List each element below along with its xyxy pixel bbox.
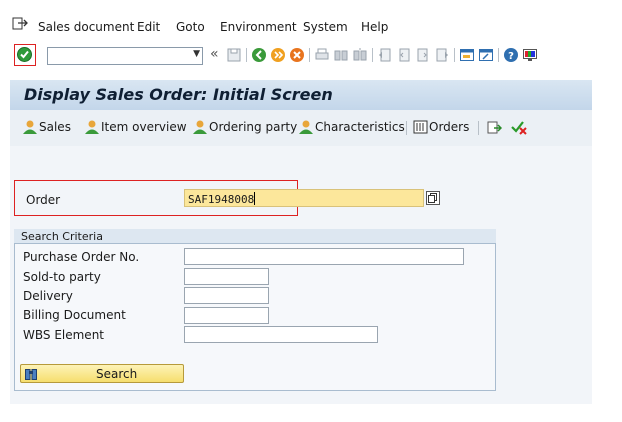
- toolbar-separator: [498, 48, 499, 62]
- menu-environment[interactable]: Environment: [220, 20, 297, 34]
- page-title: Display Sales Order: Initial Screen: [24, 85, 333, 104]
- exit-icon[interactable]: [270, 47, 286, 63]
- order-value: SAF1948008: [188, 193, 255, 206]
- display-document-button[interactable]: [486, 120, 503, 136]
- person-icon: [85, 120, 99, 134]
- value-help-button[interactable]: [426, 191, 440, 205]
- billing-document-label: Billing Document: [23, 308, 126, 322]
- toolbar-separator: [406, 121, 407, 135]
- check-cancel-icon: [511, 121, 527, 135]
- toolbar-separator: [372, 48, 373, 62]
- back-icon[interactable]: [251, 47, 267, 63]
- search-criteria-header: Search Criteria: [14, 229, 496, 244]
- menu-help[interactable]: Help: [361, 20, 388, 34]
- toolbar-separator: [478, 121, 479, 135]
- cancel-icon[interactable]: [289, 47, 305, 63]
- sold-to-party-field[interactable]: [184, 268, 269, 285]
- billing-document-field[interactable]: [184, 307, 269, 324]
- new-session-icon[interactable]: [459, 47, 475, 63]
- wbs-element-label: WBS Element: [23, 328, 104, 342]
- document-arrow-icon: [487, 121, 503, 134]
- item-overview-button[interactable]: Item overview: [84, 120, 187, 136]
- delivery-field[interactable]: [184, 287, 269, 304]
- text-cursor: [254, 192, 256, 205]
- help-icon[interactable]: ?: [503, 47, 519, 63]
- print-icon[interactable]: [314, 47, 330, 63]
- sales-label: Sales: [39, 120, 71, 134]
- menu-sales-document[interactable]: Sales document: [38, 20, 134, 34]
- next-page-icon[interactable]: [415, 47, 431, 63]
- search-button-label: Search: [96, 367, 138, 381]
- delivery-label: Delivery: [23, 289, 73, 303]
- wbs-element-field[interactable]: [184, 326, 378, 343]
- toolbar-separator: [309, 48, 310, 62]
- title-bar: Display Sales Order: Initial Screen: [10, 80, 592, 111]
- ordering-party-label: Ordering party: [209, 120, 298, 134]
- order-input[interactable]: SAF1948008: [184, 189, 424, 207]
- customize-layout-icon[interactable]: [522, 47, 538, 63]
- sold-to-party-label: Sold-to party: [23, 270, 101, 284]
- purchase-order-label: Purchase Order No.: [23, 250, 140, 264]
- command-input[interactable]: [48, 48, 189, 64]
- menu-edit[interactable]: Edit: [137, 20, 160, 34]
- enter-button[interactable]: [14, 44, 36, 66]
- binoculars-icon: [25, 369, 37, 380]
- menu-goto[interactable]: Goto: [176, 20, 205, 34]
- chevron-down-icon[interactable]: ▼: [193, 49, 200, 59]
- save-icon[interactable]: [226, 47, 242, 63]
- standard-toolbar: ▼ « ?: [14, 44, 596, 68]
- characteristics-label: Characteristics: [315, 120, 405, 134]
- order-label: Order: [26, 193, 61, 207]
- menu-system[interactable]: System: [303, 20, 348, 34]
- find-icon[interactable]: [333, 47, 349, 63]
- person-icon: [299, 120, 313, 134]
- collapse-toolbar-icon[interactable]: «: [210, 46, 219, 62]
- enter-icon: [17, 47, 32, 62]
- find-next-icon[interactable]: [352, 47, 368, 63]
- person-icon: [23, 120, 37, 134]
- svg-text:?: ?: [508, 51, 514, 62]
- check-button[interactable]: [510, 120, 529, 136]
- command-field[interactable]: ▼: [47, 47, 203, 65]
- search-criteria-title: Search Criteria: [21, 230, 103, 243]
- sales-button[interactable]: Sales: [22, 120, 71, 136]
- previous-page-icon[interactable]: [396, 47, 412, 63]
- item-overview-label: Item overview: [101, 120, 187, 134]
- last-page-icon[interactable]: [434, 47, 450, 63]
- orders-label: Orders: [429, 120, 470, 134]
- orders-button[interactable]: Orders: [413, 120, 469, 136]
- copy-icon: [428, 193, 437, 203]
- toolbar-separator: [246, 48, 247, 62]
- shortcut-icon[interactable]: [478, 47, 494, 63]
- application-toolbar: Sales Item overview Ordering party Chara…: [10, 110, 592, 146]
- list-icon: [413, 120, 428, 134]
- menu-exit-icon[interactable]: [12, 17, 28, 31]
- person-icon: [193, 120, 207, 134]
- search-button[interactable]: Search: [20, 364, 184, 383]
- first-page-icon[interactable]: [377, 47, 393, 63]
- ordering-party-button[interactable]: Ordering party: [192, 120, 297, 136]
- toolbar-separator: [454, 48, 455, 62]
- menu-bar: Sales document Edit Goto Environment Sys…: [0, 14, 600, 40]
- purchase-order-field[interactable]: [184, 248, 464, 265]
- characteristics-button[interactable]: Characteristics: [298, 120, 405, 136]
